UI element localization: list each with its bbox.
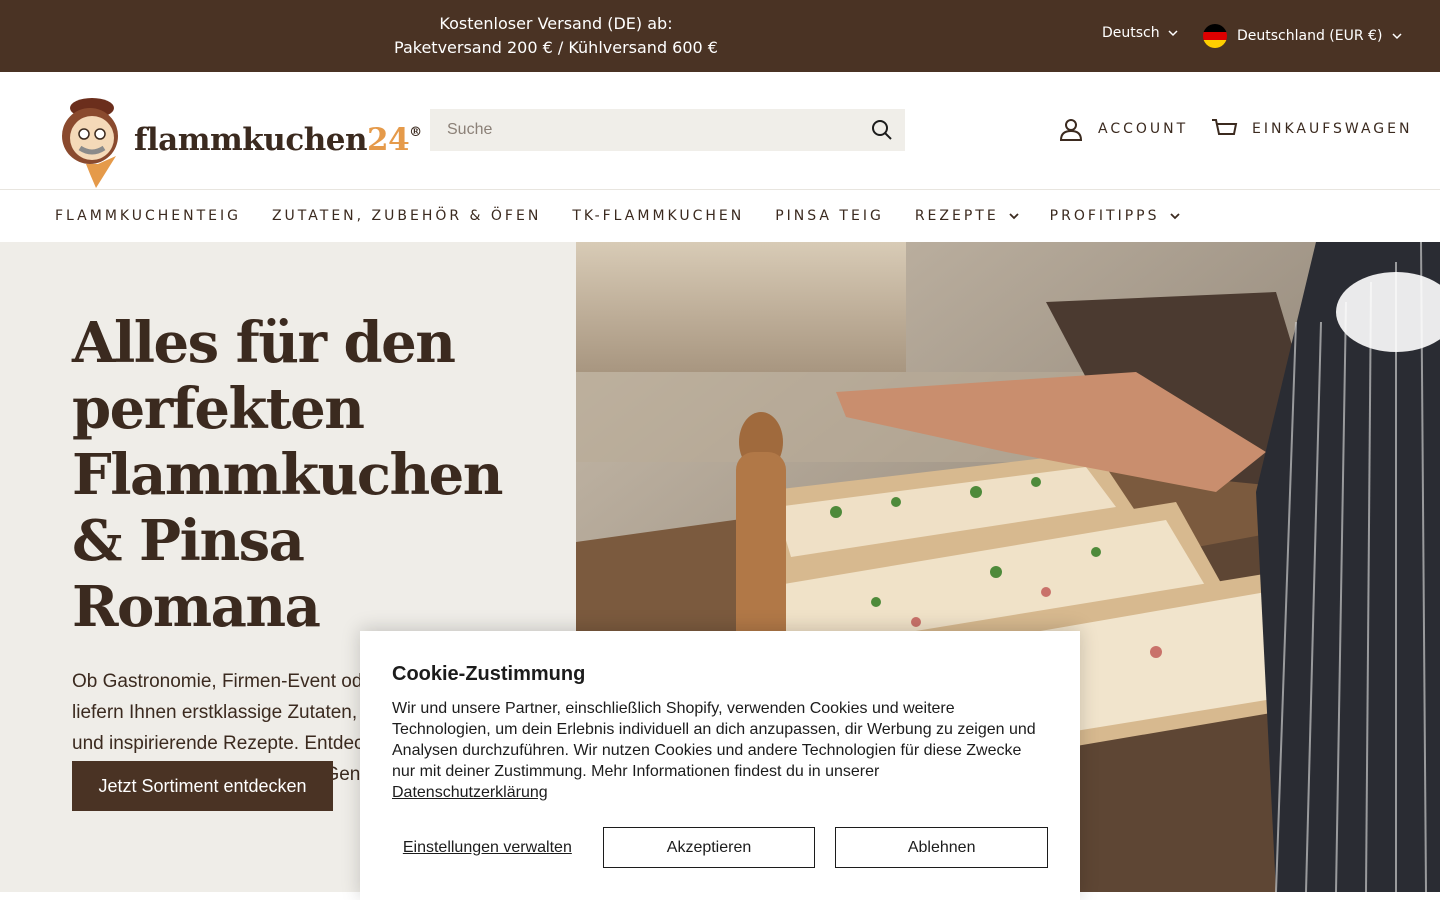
nav-item-flammkuchenteig[interactable]: Flammkuchenteig <box>55 208 241 224</box>
hero-title: Alles für den perfekten Flammkuchen & Pi… <box>72 310 504 640</box>
germany-flag-icon <box>1203 24 1227 48</box>
chevron-down-icon <box>1392 33 1402 40</box>
account-label: Account <box>1098 121 1189 137</box>
search-button[interactable] <box>859 109 905 151</box>
cookie-consent-dialog: Cookie-Zustimmung Wir und unsere Partner… <box>360 631 1080 900</box>
nav-item-label: Flammkuchenteig <box>55 208 241 224</box>
account-link[interactable]: Account <box>1058 116 1188 142</box>
shop-now-button[interactable]: Jetzt Sortiment entdecken <box>72 761 333 811</box>
privacy-policy-link[interactable]: Datenschutzerklärung <box>392 784 548 801</box>
site-header: flammkuchen24® Account Einkaufswagen <box>0 72 1440 190</box>
chevron-down-icon <box>1168 30 1178 37</box>
chevron-down-icon <box>1009 213 1019 220</box>
cookie-title: Cookie-Zustimmung <box>392 663 586 685</box>
country-selector[interactable]: Deutschland (EUR €) <box>1203 24 1402 48</box>
announcement-line-2: Paketversand 200 € / Kühlversand 600 € <box>394 38 718 57</box>
nav-item-label: Zutaten, Zubehör & Öfen <box>271 208 542 224</box>
cart-link[interactable]: Einkaufswagen <box>1210 116 1412 142</box>
nav-item-tk-flammkuchen[interactable]: TK-Flammkuchen <box>572 208 744 224</box>
logo-wordmark: flammkuchen24® <box>134 122 422 158</box>
logo-text: flammkuchen <box>134 122 368 158</box>
cookie-body: Wir und unsere Partner, einschließlich S… <box>392 698 1048 803</box>
cookie-actions: Einstellungen verwalten Akzeptieren Able… <box>392 827 1048 868</box>
nav-item-profitipps[interactable]: Profitipps <box>1050 208 1180 224</box>
manage-settings-button[interactable]: Einstellungen verwalten <box>392 839 583 857</box>
cart-label: Einkaufswagen <box>1252 121 1413 137</box>
nav-item-rezepte[interactable]: Rezepte <box>915 208 1019 224</box>
cookie-body-text: Wir und unsere Partner, einschließlich S… <box>392 700 1036 780</box>
decline-button[interactable]: Ablehnen <box>835 827 1048 868</box>
nav-item-label: Rezepte <box>914 208 999 224</box>
logo-registered: ® <box>409 125 422 140</box>
chef-mascot-icon <box>62 98 118 188</box>
search-icon <box>872 120 892 140</box>
main-navigation: Flammkuchenteig Zutaten, Zubehör & Öfen … <box>0 190 1440 242</box>
user-icon <box>1059 119 1083 141</box>
shipping-announcement: Kostenloser Versand (DE) ab: Paketversan… <box>330 12 782 60</box>
search-bar <box>430 109 905 151</box>
country-label: Deutschland (EUR €) <box>1237 28 1383 44</box>
language-label: Deutsch <box>1102 25 1160 41</box>
search-input[interactable] <box>430 109 859 151</box>
nav-item-label: Profitipps <box>1049 208 1160 224</box>
nav-item-label: TK-Flammkuchen <box>572 208 745 224</box>
site-logo[interactable]: flammkuchen24® <box>56 94 422 190</box>
announcement-line-1: Kostenloser Versand (DE) ab: <box>439 14 673 33</box>
chevron-down-icon <box>1169 213 1180 220</box>
accept-button[interactable]: Akzeptieren <box>602 827 816 868</box>
logo-number: 24 <box>367 122 410 158</box>
announcement-bar: Kostenloser Versand (DE) ab: Paketversan… <box>0 0 1440 72</box>
language-selector[interactable]: Deutsch <box>1102 25 1178 41</box>
cart-icon <box>1212 119 1238 135</box>
nav-item-pinsa-teig[interactable]: Pinsa Teig <box>775 208 884 224</box>
nav-item-zutaten[interactable]: Zutaten, Zubehör & Öfen <box>272 208 541 224</box>
nav-item-label: Pinsa Teig <box>775 208 884 224</box>
